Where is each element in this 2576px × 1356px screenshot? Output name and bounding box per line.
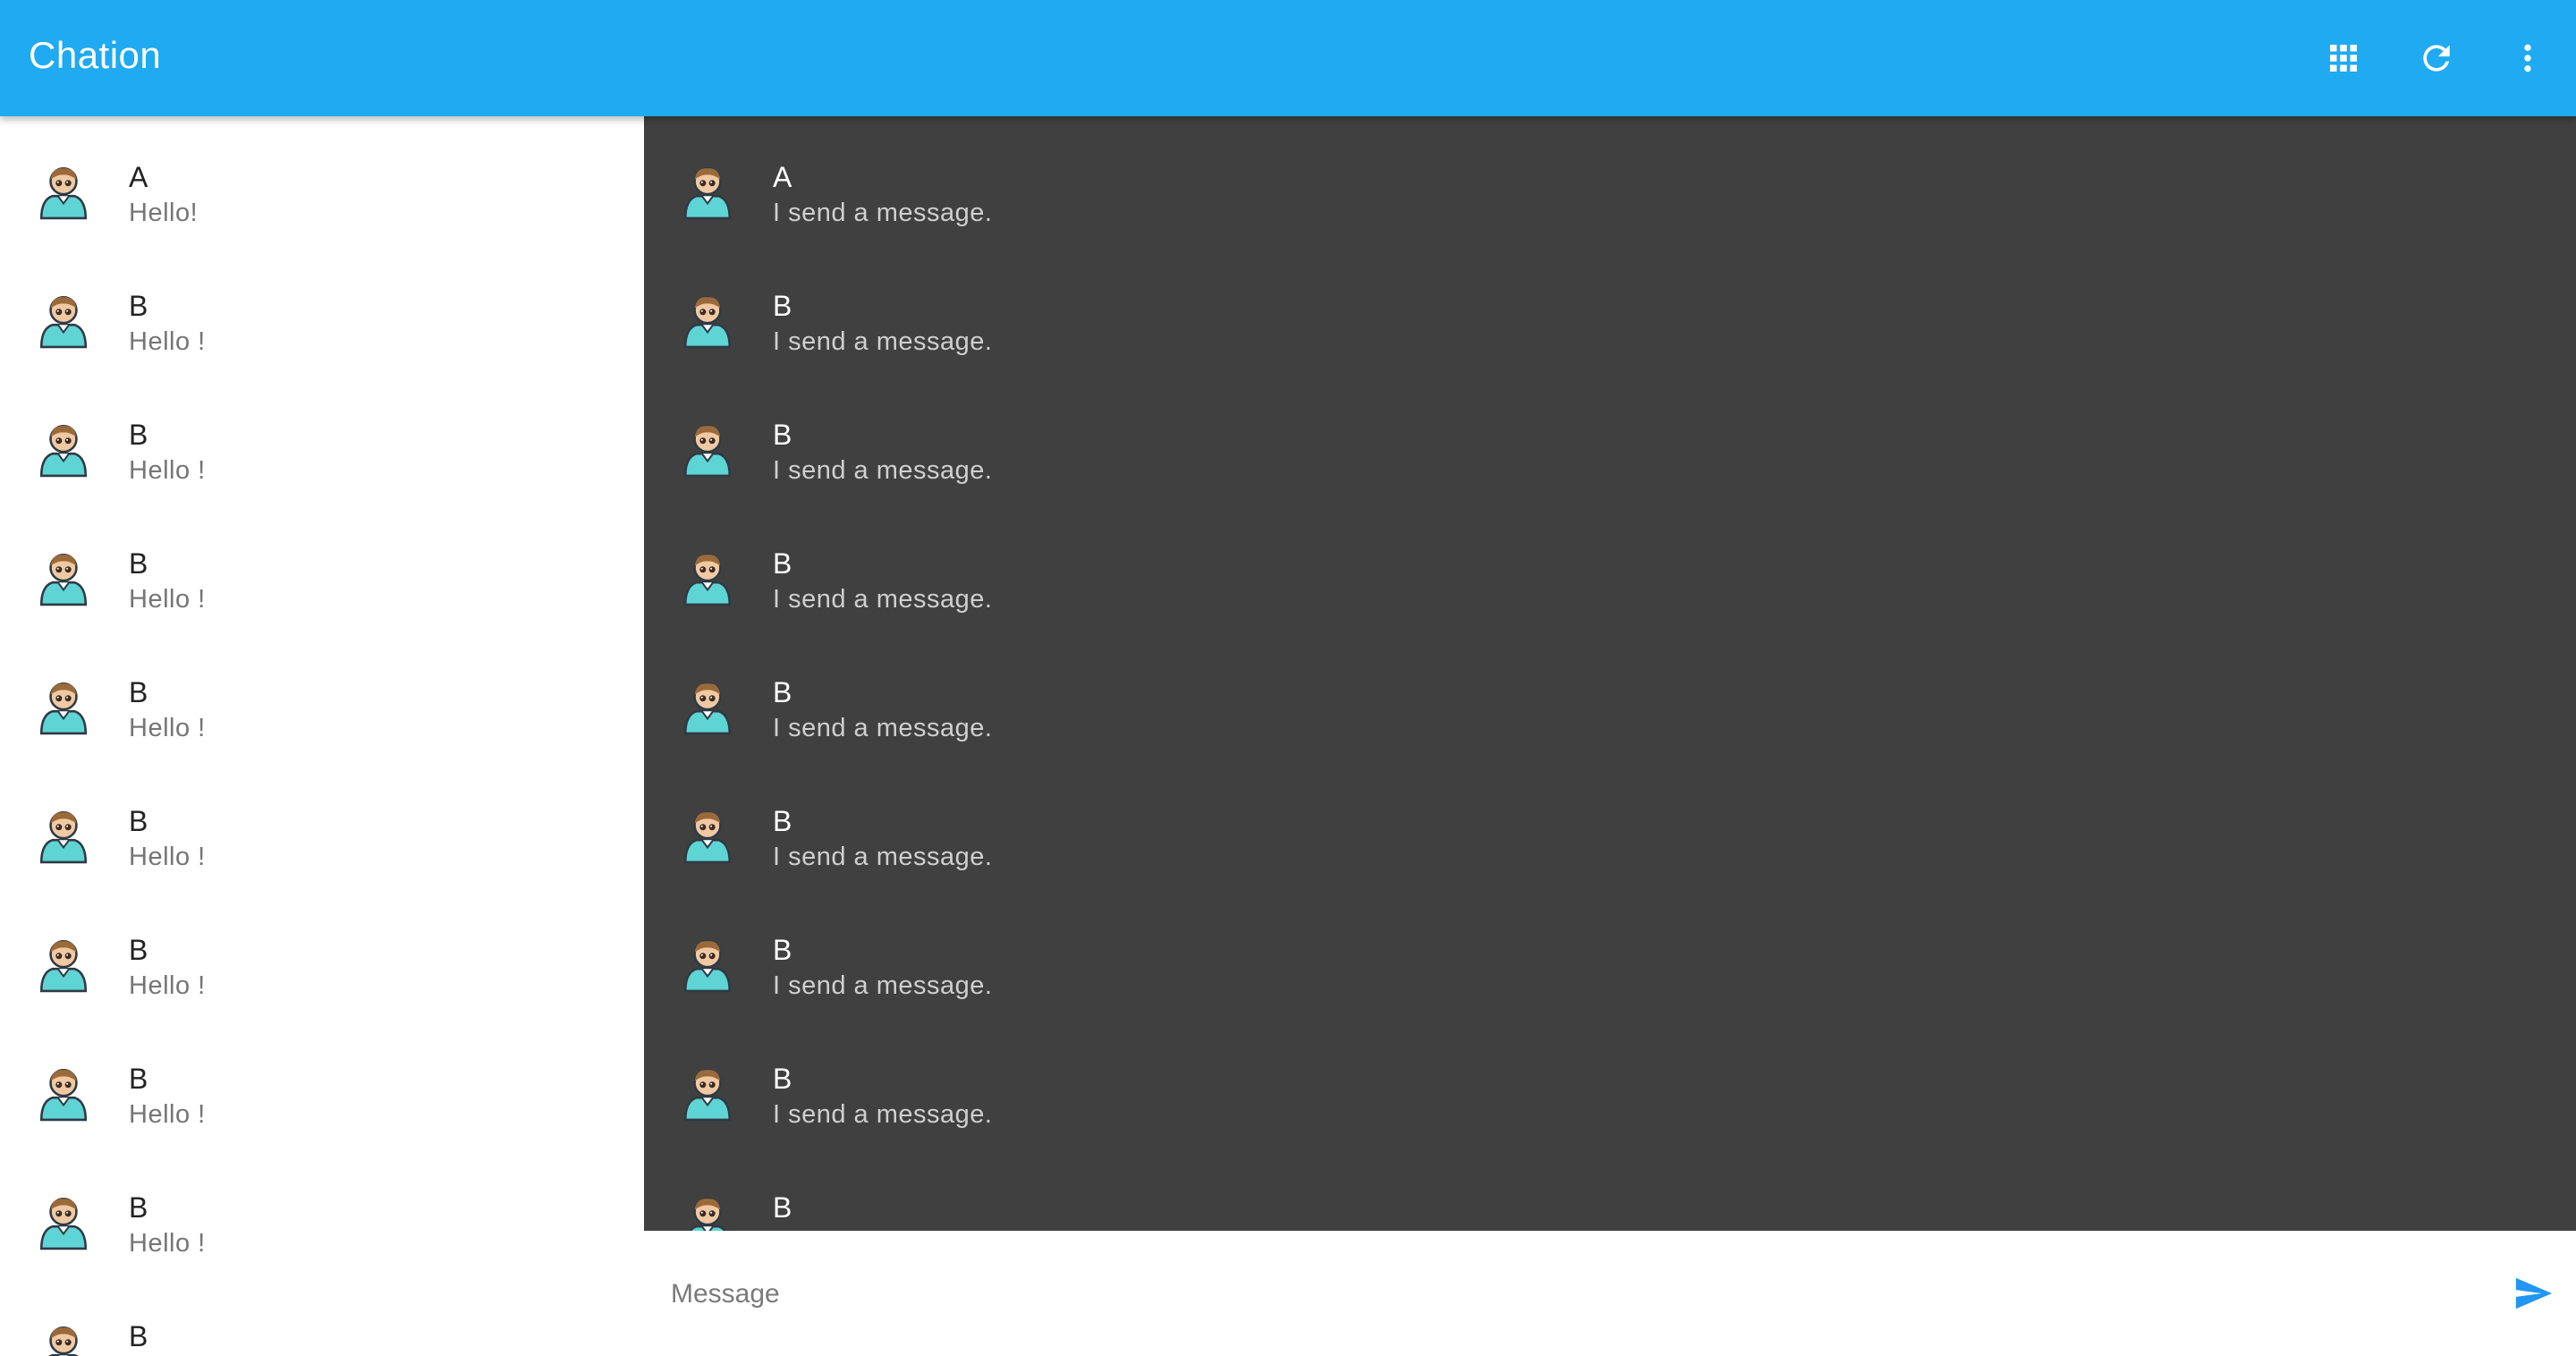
- conversation-preview: Hello !: [129, 843, 206, 871]
- user-avatar-icon: [683, 682, 732, 735]
- message-sender: B: [773, 805, 792, 837]
- conversation-preview: Hello !: [129, 585, 206, 614]
- app-bar: Chation: [0, 0, 2576, 116]
- message-text: I send a message.: [773, 1100, 993, 1129]
- message-item: B I send a message.: [644, 1018, 2576, 1147]
- conversation-name: B: [129, 805, 148, 837]
- message-sender: B: [773, 419, 792, 451]
- conversation-preview: Hello!: [129, 199, 199, 227]
- conversation-name: B: [129, 934, 148, 966]
- apps-grid-icon: [2330, 45, 2357, 72]
- conversation-preview: Hello !: [129, 971, 206, 1000]
- send-icon: [2515, 1277, 2553, 1309]
- user-avatar-icon: [683, 1068, 732, 1122]
- message-item: B I send a message.: [644, 760, 2576, 889]
- user-avatar-icon: [39, 682, 88, 735]
- user-avatar-icon: [39, 1197, 88, 1250]
- user-avatar-icon: [683, 939, 732, 993]
- message-sender: B: [773, 547, 792, 580]
- conversation-list: A Hello! B Hello ! B Hello ! B Hello ! B…: [0, 116, 644, 1356]
- user-avatar-icon: [683, 166, 732, 220]
- message-item: B I send a message.: [644, 374, 2576, 503]
- message-sender: A: [773, 161, 792, 193]
- message-item: B I send a message.: [644, 889, 2576, 1018]
- message-text: I send a message.: [773, 327, 993, 356]
- conversation-name: B: [129, 676, 148, 708]
- conversation-name: B: [129, 419, 148, 451]
- user-avatar-icon: [39, 166, 88, 220]
- conversation-item[interactable]: B Hello !: [0, 760, 644, 889]
- message-item: B I send a message.: [644, 631, 2576, 760]
- message-sender: B: [773, 676, 792, 708]
- user-avatar-icon: [683, 424, 732, 478]
- message-item: B I send a message.: [644, 245, 2576, 374]
- conversation-name: B: [129, 290, 148, 322]
- conversation-name: B: [129, 547, 148, 580]
- user-avatar-icon: [683, 553, 732, 606]
- message-composer: [644, 1231, 2576, 1356]
- message-item: B: [644, 1147, 2576, 1231]
- user-avatar-icon: [683, 810, 732, 864]
- refresh-button[interactable]: [2408, 30, 2465, 87]
- conversation-preview: Hello !: [129, 714, 206, 742]
- user-avatar-icon: [48, 1326, 79, 1356]
- conversation-item[interactable]: A Hello!: [0, 116, 644, 245]
- conversation-name: B: [129, 1063, 148, 1095]
- user-avatar-icon: [39, 1068, 88, 1122]
- refresh-icon: [2423, 45, 2450, 72]
- user-avatar-icon: [39, 295, 88, 349]
- conversation-preview: Hello !: [129, 327, 206, 356]
- message-sender: B: [773, 290, 792, 322]
- conversation-item[interactable]: B Hello !: [0, 503, 644, 631]
- conversation-item[interactable]: B Hello !: [0, 1018, 644, 1147]
- user-avatar-icon: [39, 553, 88, 606]
- conversation-preview: Hello !: [129, 1229, 206, 1258]
- message-list: AI send a message. BI send a message. BI…: [644, 116, 2576, 1231]
- message-sender: B: [773, 934, 792, 966]
- conversation-name: B: [129, 1191, 148, 1224]
- message-text: I send a message.: [773, 456, 993, 485]
- message-text: I send a message.: [773, 714, 993, 742]
- conversation-item[interactable]: B Hello !: [0, 889, 644, 1018]
- more-options-button[interactable]: [2499, 30, 2556, 87]
- user-avatar-icon: [39, 939, 88, 993]
- conversation-item[interactable]: B Hello !: [0, 1147, 644, 1275]
- message-sender: B: [773, 1063, 792, 1095]
- conversation-item[interactable]: B Hello !: [0, 374, 644, 503]
- apps-grid-button[interactable]: [2315, 30, 2372, 87]
- message-item: B I send a message.: [644, 503, 2576, 631]
- message-input[interactable]: [669, 1267, 2426, 1322]
- conversation-item[interactable]: B: [0, 1275, 644, 1356]
- conversation-item[interactable]: B Hello !: [0, 631, 644, 760]
- conversation-item[interactable]: B Hello !: [0, 245, 644, 374]
- user-avatar-icon: [39, 810, 88, 864]
- message-text: I send a message.: [773, 971, 993, 1000]
- user-avatar-icon: [683, 295, 732, 349]
- conversation-name: B: [129, 1320, 148, 1352]
- message-sender: B: [773, 1191, 792, 1224]
- user-avatar-icon: [39, 424, 88, 478]
- message-text: I send a message.: [773, 585, 993, 614]
- message-item: A I send a message.: [644, 116, 2576, 245]
- conversation-preview: Hello !: [129, 456, 206, 485]
- message-text: I send a message.: [773, 199, 993, 227]
- user-avatar-icon: [688, 1197, 727, 1231]
- message-text: I send a message.: [773, 843, 993, 871]
- app-title: Chation: [29, 34, 162, 76]
- send-button[interactable]: [2504, 1265, 2562, 1322]
- conversation-preview: Hello !: [129, 1100, 206, 1129]
- conversation-name: A: [129, 161, 148, 193]
- more-vert-icon: [2524, 44, 2531, 72]
